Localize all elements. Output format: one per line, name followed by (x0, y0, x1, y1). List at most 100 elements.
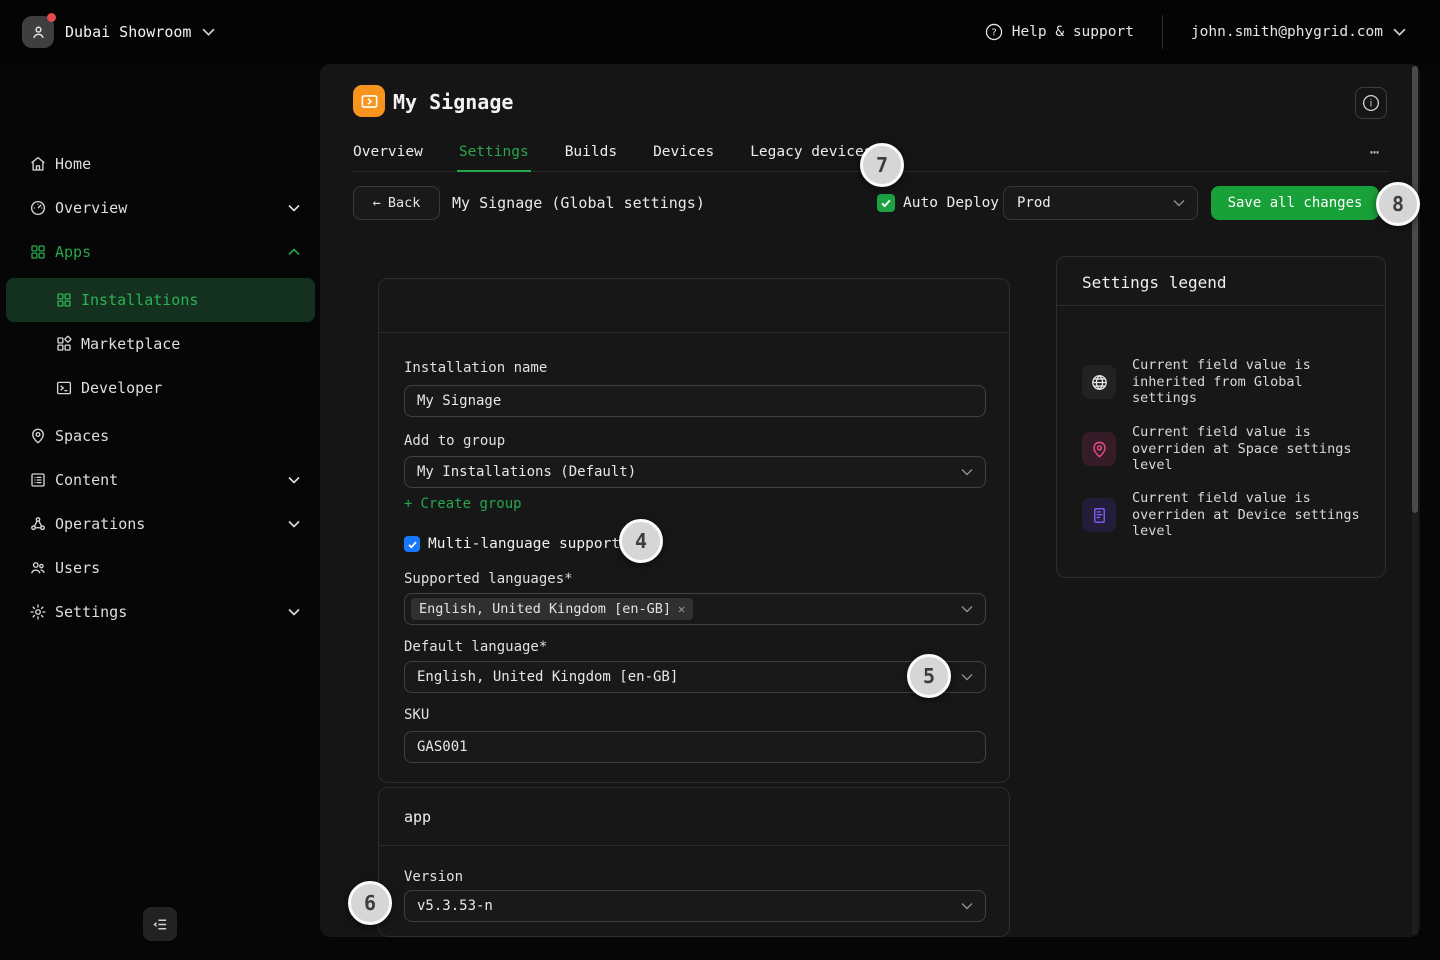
grid-icon (55, 291, 73, 309)
add-to-group-label: Add to group (404, 433, 505, 449)
sidebar-item-content[interactable]: Content (0, 458, 320, 502)
sidebar-item-label: Apps (55, 243, 91, 261)
help-support-label: Help & support (1012, 24, 1134, 40)
installation-name-label: Installation name (404, 360, 547, 376)
default-language-label: Default language* (404, 639, 547, 655)
chevron-down-icon (961, 468, 973, 476)
collapse-sidebar-button[interactable] (143, 907, 177, 941)
topbar-right: ? Help & support john.smith@phygrid.com (985, 0, 1406, 64)
language-chip-label: English, United Kingdom [en-GB] (419, 601, 671, 617)
chevron-down-icon (961, 902, 973, 910)
chevron-down-icon (288, 476, 300, 484)
terminal-icon (55, 379, 73, 397)
marketplace-icon (55, 335, 73, 353)
app-section-card: app Version v5.3.53-n (378, 787, 1010, 937)
info-button[interactable]: i (1355, 87, 1387, 119)
create-group-link[interactable]: + Create group (404, 496, 522, 512)
installation-name-input[interactable]: My Signage (404, 385, 986, 417)
org-name: Dubai Showroom (65, 23, 191, 41)
sidebar-item-label: Operations (55, 515, 145, 533)
globe-icon (1082, 365, 1116, 399)
settings-toolbar: ← Back My Signage (Global settings) Auto… (320, 186, 1420, 220)
svg-text:?: ? (991, 28, 997, 39)
tab-overflow-button[interactable]: ⋯ (1370, 143, 1381, 161)
sidebar: Home Overview Apps Installations (0, 64, 320, 960)
tab-overview[interactable]: Overview (351, 141, 425, 171)
sidebar-item-label: Overview (55, 199, 127, 217)
tab-builds[interactable]: Builds (563, 141, 619, 171)
org-switcher[interactable]: Dubai Showroom (22, 0, 215, 64)
settings-form-card: Installation name My Signage Add to grou… (378, 278, 1010, 783)
sidebar-item-spaces[interactable]: Spaces (0, 414, 320, 458)
scrollbar-thumb[interactable] (1412, 66, 1418, 513)
sidebar-item-label: Content (55, 471, 118, 489)
save-all-changes-button[interactable]: Save all changes (1211, 186, 1379, 220)
back-button[interactable]: ← Back (353, 186, 440, 220)
main-panel: My Signage i Overview Settings Builds De… (320, 64, 1420, 937)
sku-value: GAS001 (417, 732, 468, 762)
tab-devices[interactable]: Devices (651, 141, 716, 171)
sku-input[interactable]: GAS001 (404, 731, 986, 763)
collapse-sidebar-icon (152, 916, 169, 933)
legend-header: Settings legend (1057, 257, 1385, 306)
org-avatar[interactable] (22, 16, 54, 48)
sidebar-item-label: Spaces (55, 427, 109, 445)
environment-value: Prod (1017, 187, 1051, 219)
chevron-down-icon (202, 28, 215, 36)
page-title: My Signage (393, 90, 513, 114)
create-group-label: Create group (420, 496, 521, 512)
home-icon (29, 155, 47, 173)
form-card-header (379, 279, 1009, 333)
environment-select[interactable]: Prod (1003, 186, 1198, 220)
user-menu[interactable]: john.smith@phygrid.com (1191, 24, 1406, 40)
content-list-icon (29, 471, 47, 489)
legend-item-text: Current field value is overriden at Devi… (1132, 490, 1367, 540)
legend-title: Settings legend (1057, 257, 1385, 292)
version-value: v5.3.53-n (417, 891, 493, 921)
sidebar-item-label: Settings (55, 603, 127, 621)
app-root: Dubai Showroom ? Help & support john.smi… (0, 0, 1440, 960)
signage-app-icon (353, 85, 385, 117)
chevron-down-icon (288, 520, 300, 528)
sidebar-item-installations[interactable]: Installations (6, 278, 315, 322)
default-language-select[interactable]: English, United Kingdom [en-GB] (404, 661, 986, 693)
sidebar-item-users[interactable]: Users (0, 546, 320, 590)
map-pin-icon (1082, 432, 1116, 466)
sidebar-item-operations[interactable]: Operations (0, 502, 320, 546)
supported-languages-select[interactable]: English, United Kingdom [en-GB] ✕ (404, 593, 986, 625)
network-nodes-icon (29, 515, 47, 533)
tab-settings[interactable]: Settings (457, 141, 531, 171)
tab-legacy-devices[interactable]: Legacy devices (748, 141, 874, 171)
sidebar-item-developer[interactable]: Developer (0, 366, 320, 410)
sidebar-item-label: Users (55, 559, 100, 577)
sidebar-item-label: Installations (81, 291, 198, 309)
app-section-title: app (379, 788, 1009, 826)
context-title: My Signage (Global settings) (452, 186, 705, 220)
gauge-icon (29, 199, 47, 217)
scrollbar-track[interactable] (1412, 513, 1418, 935)
multi-language-checkbox[interactable] (404, 536, 420, 552)
default-language-value: English, United Kingdom [en-GB] (417, 662, 678, 692)
add-to-group-select[interactable]: My Installations (Default) (404, 456, 986, 488)
annotation-badge-5: 5 (907, 654, 951, 698)
auto-deploy-label: Auto Deploy (903, 186, 999, 220)
auto-deploy-checkbox[interactable] (877, 194, 895, 212)
installation-name-value: My Signage (417, 386, 501, 416)
sidebar-item-marketplace[interactable]: Marketplace (0, 322, 320, 366)
sidebar-item-home[interactable]: Home (0, 142, 320, 186)
help-support-link[interactable]: ? Help & support (985, 23, 1134, 41)
remove-chip-icon[interactable]: ✕ (678, 602, 685, 616)
language-chip: English, United Kingdom [en-GB] ✕ (411, 598, 693, 620)
sidebar-item-overview[interactable]: Overview (0, 186, 320, 230)
legend-item-text: Current field value is inherited from Gl… (1132, 357, 1367, 407)
sidebar-item-apps[interactable]: Apps (0, 230, 320, 274)
device-icon (1082, 498, 1116, 532)
sidebar-item-label: Marketplace (81, 335, 180, 353)
map-pin-icon (29, 427, 47, 445)
version-label: Version (404, 869, 463, 885)
annotation-badge-8: 8 (1376, 182, 1420, 226)
grid-icon (29, 243, 47, 261)
sidebar-item-settings[interactable]: Settings (0, 590, 320, 634)
version-select[interactable]: v5.3.53-n (404, 890, 986, 922)
topbar-divider (1162, 15, 1163, 49)
